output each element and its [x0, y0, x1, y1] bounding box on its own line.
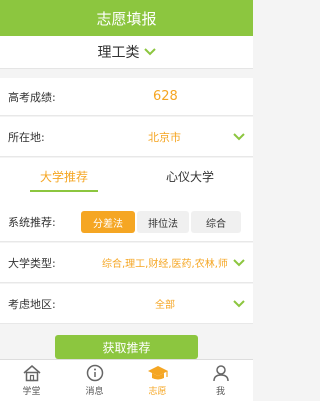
divider — [0, 194, 253, 202]
university-type-value: 综合,理工,财经,医药,农林,师范 — [102, 259, 228, 270]
chevron-down-icon — [233, 132, 245, 141]
tab-university-recommend[interactable]: 大学推荐 — [30, 158, 98, 194]
location-row[interactable]: 所在地: 北京市 — [0, 117, 253, 157]
category-label: 理工类 — [97, 45, 140, 61]
score-diff-button[interactable]: 分差法 — [81, 211, 135, 233]
chevron-down-icon — [233, 258, 245, 267]
location-value: 北京市 — [148, 130, 181, 144]
score-row: 高考成绩: 628 — [0, 78, 253, 116]
graduation-cap-icon — [147, 366, 168, 380]
tab-school-label: 学堂 — [22, 387, 41, 397]
person-icon — [212, 365, 229, 382]
location-label: 所在地: — [8, 130, 45, 144]
bottom-tab-bar: 学堂 消息 志愿 我 — [0, 359, 253, 401]
tab-messages-label: 消息 — [85, 387, 104, 397]
region-value: 全部 — [155, 300, 175, 311]
tab-school[interactable]: 学堂 — [0, 360, 63, 401]
rank-method-button[interactable]: 排位法 — [137, 211, 189, 233]
system-recommend-row: 系统推荐: 分差法 排位法 综合 — [0, 202, 253, 242]
info-icon — [86, 364, 103, 382]
page-title: 志愿填报 — [96, 9, 157, 28]
tab-volunteer[interactable]: 志愿 — [126, 360, 189, 401]
tab-favorite-university[interactable]: 心仪大学 — [150, 158, 230, 194]
university-type-label: 大学类型: — [8, 256, 56, 270]
system-recommend-label: 系统推荐: — [8, 215, 56, 229]
score-label: 高考成绩: — [8, 90, 56, 104]
page-header: 志愿填报 — [0, 0, 253, 36]
tab-messages[interactable]: 消息 — [63, 360, 126, 401]
chevron-down-icon — [143, 48, 156, 56]
region-label: 考虑地区: — [8, 297, 56, 311]
tab-me-label: 我 — [215, 387, 225, 397]
score-value[interactable]: 628 — [153, 89, 178, 104]
chevron-down-icon — [233, 299, 245, 308]
get-recommendation-button[interactable]: 获取推荐 — [55, 335, 198, 359]
recommend-tabs: 大学推荐 心仪大学 — [0, 158, 253, 194]
tab-me[interactable]: 我 — [189, 360, 252, 401]
composite-button[interactable]: 综合 — [191, 211, 241, 233]
category-selector[interactable]: 理工类 — [0, 36, 253, 69]
house-icon — [23, 365, 40, 382]
tab-volunteer-label: 志愿 — [148, 387, 167, 397]
university-type-row[interactable]: 大学类型: 综合,理工,财经,医药,农林,师范 — [0, 243, 253, 283]
region-row[interactable]: 考虑地区: 全部 — [0, 284, 253, 324]
